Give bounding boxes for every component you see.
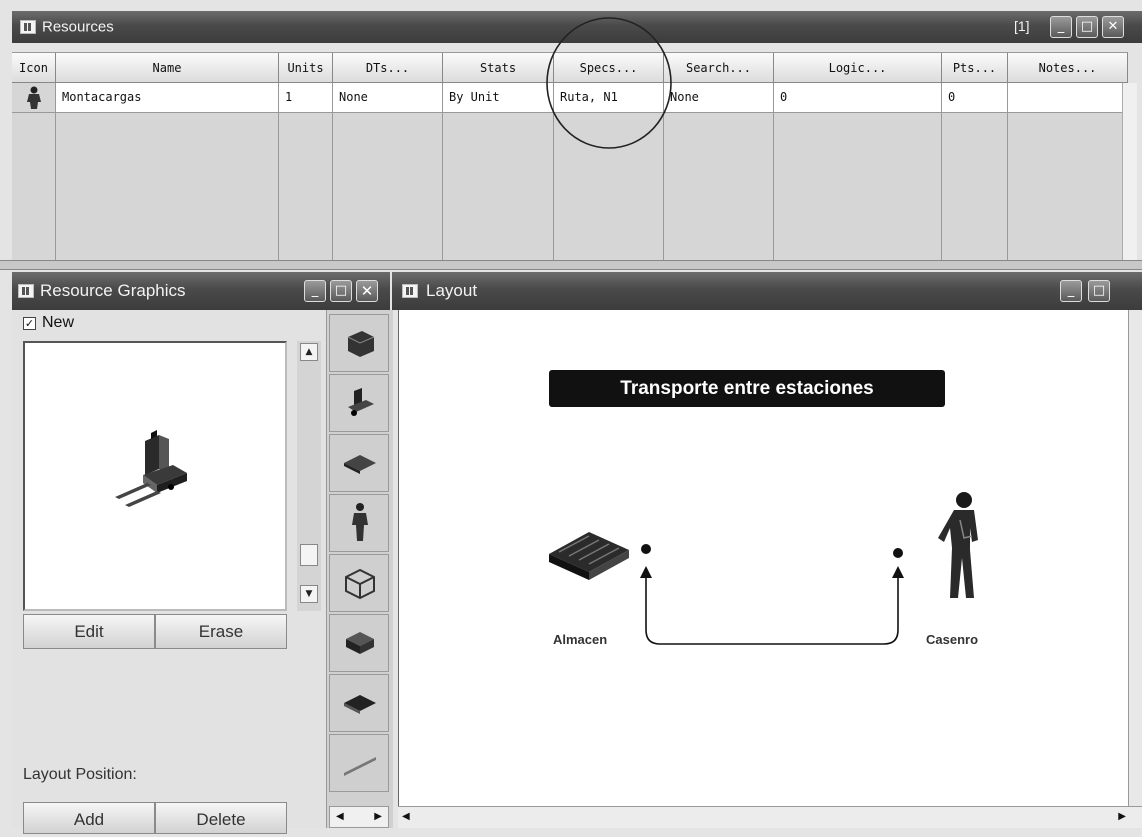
grid-line (773, 113, 774, 261)
casero-label: Casenro (926, 632, 979, 647)
cell-units[interactable]: 1 (279, 83, 333, 113)
graphics-window-icon (18, 284, 34, 298)
close-button[interactable]: ✕ (1102, 16, 1124, 38)
col-header-stats[interactable]: Stats (443, 53, 554, 83)
library-item-worker[interactable] (329, 494, 389, 552)
resources-vertical-scrollbar[interactable] (1122, 83, 1137, 261)
scroll-left-arrow[interactable]: ◀ (402, 807, 410, 827)
col-header-pts[interactable]: Pts... (942, 53, 1008, 83)
route-path (640, 566, 904, 645)
layout-titlebar[interactable]: Layout _ □ (392, 272, 1142, 310)
casero-node[interactable] (893, 548, 903, 558)
col-header-units[interactable]: Units (279, 53, 333, 83)
library-item-pallet[interactable] (329, 674, 389, 732)
cell-notes[interactable] (1008, 83, 1128, 113)
resources-window-icon (20, 20, 36, 34)
grid-line (332, 113, 333, 261)
grid-line (1007, 113, 1008, 261)
layout-vertical-scrollbar[interactable] (1128, 310, 1142, 806)
cell-stats[interactable]: By Unit (443, 83, 554, 113)
crate-icon (346, 632, 374, 654)
layout-banner: Transporte entre estaciones (549, 370, 945, 407)
library-item-ramp[interactable] (329, 734, 389, 792)
ramp-icon (344, 757, 376, 776)
minimize-button[interactable]: _ (1050, 16, 1072, 38)
cell-dts[interactable]: None (333, 83, 443, 113)
scroll-up-arrow[interactable]: ▲ (300, 343, 318, 361)
cell-icon[interactable] (12, 83, 56, 113)
resources-title: Resources (42, 18, 114, 36)
scroll-thumb[interactable] (300, 544, 318, 566)
layout-window-icon (402, 284, 418, 298)
pallet-icon (344, 695, 376, 714)
delete-button[interactable]: Delete (155, 802, 287, 834)
col-header-icon[interactable]: Icon (12, 53, 56, 83)
forklift-icon (348, 388, 374, 416)
layout-horizontal-scrollbar[interactable]: ◀ ▶ (398, 806, 1142, 828)
graphics-maximize-button[interactable]: □ (330, 280, 352, 302)
window-divider (0, 260, 1142, 270)
almacen-label: Almacen (553, 632, 608, 647)
scroll-right-arrow[interactable]: ▶ (1118, 807, 1126, 827)
cell-name[interactable]: Montacargas (56, 83, 279, 113)
new-checkbox[interactable]: ✓ (23, 317, 36, 330)
layout-maximize-button[interactable]: □ (1088, 280, 1110, 302)
graphics-titlebar[interactable]: Resource Graphics _ □ ✕ (12, 272, 390, 310)
grid-line (941, 113, 942, 261)
graphics-close-button[interactable]: ✕ (356, 280, 378, 302)
col-header-search[interactable]: Search... (664, 53, 774, 83)
cell-search[interactable]: None (664, 83, 774, 113)
tray-icon (344, 455, 376, 474)
col-header-name[interactable]: Name (56, 53, 279, 83)
graphic-preview (23, 341, 287, 611)
worker-graphic[interactable] (930, 490, 990, 605)
add-button[interactable]: Add (23, 802, 155, 834)
worker-icon (27, 86, 41, 109)
edit-button[interactable]: Edit (23, 614, 155, 649)
col-header-notes[interactable]: Notes... (1008, 53, 1128, 83)
library-scrollbar[interactable]: ◀ ▶ (329, 806, 389, 828)
printer-icon (347, 331, 375, 357)
library-item-crate[interactable] (329, 614, 389, 672)
library-item-forklift[interactable] (329, 374, 389, 432)
library-item-printer[interactable] (329, 314, 389, 372)
graphics-title: Resource Graphics (40, 281, 186, 300)
cell-logic[interactable]: 0 (774, 83, 942, 113)
cell-pts[interactable]: 0 (942, 83, 1008, 113)
restore-down-button[interactable]: [1] (1014, 18, 1030, 34)
layout-minimize-button[interactable]: _ (1060, 280, 1082, 302)
library-item-box[interactable] (329, 554, 389, 612)
graphics-minimize-button[interactable]: _ (304, 280, 326, 302)
preview-scrollbar[interactable] (297, 341, 321, 611)
layout-position-label: Layout Position: (23, 766, 137, 783)
col-header-dts[interactable]: DTs... (333, 53, 443, 83)
box-icon (345, 568, 375, 600)
grid-line (55, 113, 56, 261)
maximize-button[interactable]: □ (1076, 16, 1098, 38)
layout-title: Layout (426, 281, 478, 300)
forklift-icon (115, 430, 187, 507)
library-item-tray[interactable] (329, 434, 389, 492)
new-label: New (42, 314, 75, 331)
erase-button[interactable]: Erase (155, 614, 287, 649)
worker-icon (352, 503, 368, 541)
col-header-logic[interactable]: Logic... (774, 53, 942, 83)
grid-line (442, 113, 443, 261)
almacen-node[interactable] (641, 544, 651, 554)
grid-line (278, 113, 279, 261)
scroll-down-arrow[interactable]: ▼ (300, 585, 318, 603)
specs-highlight-circle (546, 17, 672, 149)
